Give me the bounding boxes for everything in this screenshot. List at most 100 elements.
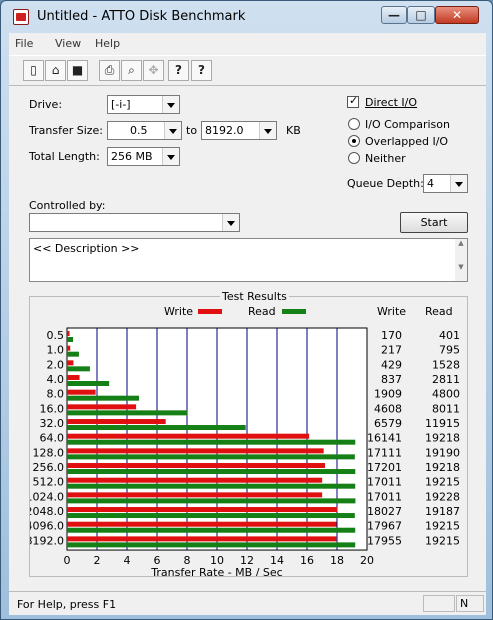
legend-read-swatch (282, 309, 306, 314)
transfer-size-to-value: 8192.0 (205, 124, 244, 137)
io-comparison-label[interactable]: I/O Comparison (365, 118, 450, 131)
write-value: 429 (381, 358, 402, 371)
read-bar (67, 469, 356, 475)
chevron-down-icon[interactable] (222, 214, 239, 231)
write-bar (67, 419, 166, 425)
neither-radio[interactable] (348, 152, 360, 164)
transfer-size-to-select[interactable]: 8192.0 (201, 121, 277, 140)
read-bar (67, 498, 356, 504)
description-scrollbar[interactable]: ▲ ▼ (455, 239, 467, 281)
write-bar (67, 477, 323, 483)
category-label: 4.0 (47, 373, 65, 386)
read-bar (67, 439, 356, 445)
legend-read-label: Read (248, 305, 276, 318)
chevron-down-icon[interactable] (259, 122, 276, 139)
transfer-size-from-value: 0.5 (130, 124, 148, 137)
category-label: 256.0 (33, 461, 65, 474)
write-value: 17111 (367, 446, 402, 459)
open-icon[interactable]: ⌂ (45, 60, 66, 81)
read-value: 2811 (432, 373, 460, 386)
category-label: 1.0 (47, 344, 65, 357)
menu-view[interactable]: View (55, 37, 81, 50)
write-value: 17955 (367, 534, 402, 547)
x-axis-label: Transfer Rate - MB / Sec (150, 566, 282, 576)
read-bar (67, 513, 355, 519)
x-tick-label: 2 (94, 554, 101, 567)
direct-io-label[interactable]: Direct I/O (365, 96, 417, 109)
menu-bar: File View Help (9, 33, 486, 55)
overlapped-io-label[interactable]: Overlapped I/O (365, 135, 448, 148)
direct-io-checkbox[interactable] (347, 94, 359, 108)
title-bar[interactable]: Untitled - ATTO Disk Benchmark — □ ✕ (1, 1, 492, 33)
read-value: 11915 (425, 417, 460, 430)
print-icon[interactable]: ⎙ (99, 60, 120, 81)
chevron-down-icon[interactable] (162, 96, 179, 113)
category-label: 4096.0 (30, 520, 64, 533)
transfer-size-from-select[interactable]: 0.5 (107, 121, 182, 140)
to-label: to (186, 124, 198, 137)
chevron-down-icon[interactable] (450, 175, 467, 192)
overlapped-io-radio[interactable] (348, 135, 360, 147)
neither-label[interactable]: Neither (365, 152, 406, 165)
read-bar (67, 381, 110, 387)
write-bar (67, 345, 71, 351)
read-bar (67, 542, 356, 548)
write-value: 16141 (367, 432, 402, 445)
menu-help[interactable]: Help (95, 37, 120, 50)
results-chart: Write Read Write Read0 2 4 6 8 10 12 14 16 18 20Trans… (30, 305, 460, 576)
write-bar (67, 375, 80, 381)
new-icon[interactable]: ▯ (23, 60, 44, 81)
read-value: 19215 (425, 520, 460, 533)
io-comparison-radio[interactable] (348, 118, 360, 130)
chevron-down-icon[interactable] (162, 148, 179, 165)
write-value: 170 (381, 329, 402, 342)
read-value: 19218 (425, 432, 460, 445)
category-label: 1024.0 (30, 490, 64, 503)
read-column-header: Read (425, 305, 453, 318)
close-button[interactable]: ✕ (435, 6, 479, 24)
status-pane (423, 595, 455, 612)
read-bar (67, 410, 188, 416)
category-label: 16.0 (40, 402, 65, 415)
read-value: 1528 (432, 358, 460, 371)
queue-depth-label: Queue Depth: (347, 177, 424, 190)
minimize-button[interactable]: — (381, 6, 407, 24)
category-label: 2048.0 (30, 505, 64, 518)
save-icon[interactable]: ■ (67, 60, 88, 81)
test-results-group: Test Results Write Read Write Read 0 2 4 6 8 10 12… (29, 290, 468, 577)
legend-write-swatch (198, 309, 222, 314)
legend-write-label: Write (164, 305, 193, 318)
x-tick-label: 4 (124, 554, 131, 567)
write-value: 17011 (367, 490, 402, 503)
category-label: 128.0 (33, 446, 65, 459)
total-length-select[interactable]: 256 MB (107, 147, 180, 166)
print-preview-icon[interactable]: ⌕ (121, 60, 142, 81)
queue-depth-select[interactable]: 4 (423, 174, 468, 193)
write-value: 4608 (374, 402, 402, 415)
write-bar (67, 448, 324, 454)
controlled-by-select[interactable] (29, 213, 240, 232)
maximize-button[interactable]: □ (407, 6, 435, 24)
start-button[interactable]: Start (400, 212, 468, 233)
description-field[interactable]: << Description >> ▲ ▼ (29, 238, 468, 282)
controlled-by-label: Controlled by: (29, 199, 106, 212)
read-value: 19215 (425, 476, 460, 489)
context-help-icon[interactable]: ? (191, 60, 212, 81)
move-icon[interactable]: ✥ (143, 60, 164, 81)
write-bar (67, 521, 337, 527)
app-icon[interactable] (13, 9, 29, 25)
read-value: 19218 (425, 461, 460, 474)
help-icon[interactable]: ? (168, 60, 189, 81)
read-bar (67, 483, 356, 489)
description-text: << Description >> (33, 242, 140, 255)
main-panel: Drive: [-i-] Transfer Size: 0.5 to 8192.… (9, 85, 486, 591)
drive-value: [-i-] (111, 98, 131, 111)
drive-select[interactable]: [-i-] (107, 95, 180, 114)
write-column-header: Write (377, 305, 406, 318)
chevron-down-icon[interactable] (164, 122, 181, 139)
menu-file[interactable]: File (15, 37, 33, 50)
transfer-size-label: Transfer Size: (29, 124, 104, 137)
x-tick-label: 16 (300, 554, 314, 567)
category-label: 512.0 (33, 476, 65, 489)
x-tick-label: 0 (64, 554, 71, 567)
